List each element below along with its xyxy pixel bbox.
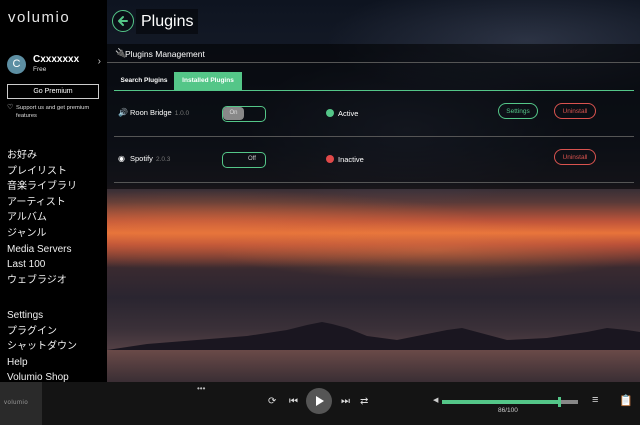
volume-fill [442, 400, 559, 404]
nav-item-genres[interactable]: ジャンル [7, 226, 77, 242]
spotify-icon: ◉ [118, 154, 125, 163]
nav-item-albums[interactable]: アルバム [7, 210, 77, 226]
secondary-nav: Settings プラグイン シャットダウン Help Volumio Shop [7, 308, 77, 386]
nav-item-playlists[interactable]: プレイリスト [7, 164, 77, 180]
water [107, 350, 640, 382]
plugin-version: 2.0.3 [155, 156, 171, 163]
plugin-toggle[interactable]: Off [222, 152, 266, 168]
volume-handle[interactable] [557, 397, 561, 407]
status-dot [326, 155, 334, 163]
user-plan: Free [33, 66, 47, 73]
nav-item-artists[interactable]: アーティスト [7, 195, 77, 211]
volumio-logo: volumio [8, 9, 71, 26]
panel-title: Plugins Management [125, 49, 205, 59]
back-button[interactable] [112, 10, 134, 32]
nav-item-media-servers[interactable]: Media Servers [7, 242, 77, 258]
user-profile[interactable]: C Cxxxxxxx Free › [7, 54, 103, 76]
plugins-panel: 🔌 Plugins Management Search Plugins Inst… [107, 44, 640, 189]
volume-icon[interactable]: ◀ [433, 396, 438, 404]
panel-header: 🔌 Plugins Management [107, 44, 640, 63]
repeat-icon[interactable]: ⟳ [268, 396, 276, 407]
queue-icon[interactable]: ≡ [592, 394, 598, 406]
plugin-row: ◉ Spotify 2.0.3 Off Inactive Uninstall [114, 137, 634, 183]
plugin-status: Active [338, 109, 359, 118]
uninstall-button[interactable]: Uninstall [554, 103, 596, 119]
speaker-icon: 🔊 [118, 108, 128, 117]
nav-item-settings[interactable]: Settings [7, 308, 77, 324]
support-text: Support us and get premium features [16, 105, 90, 119]
nav-item-web-radio[interactable]: ウェブラジオ [7, 273, 77, 289]
support-premium-link[interactable]: ♡ Support us and get premium features [7, 104, 103, 120]
plugin-name: Spotify 2.0.3 [130, 154, 171, 163]
plugin-status: Inactive [338, 155, 364, 164]
nav-item-shutdown[interactable]: シャットダウン [7, 339, 77, 355]
page-title: Plugins [136, 9, 199, 34]
more-options-icon[interactable]: ••• [197, 385, 205, 393]
heart-icon: ♡ [7, 104, 14, 111]
volume-value: 86/100 [498, 407, 518, 414]
plugin-name: Roon Bridge 1.0.0 [130, 108, 190, 117]
user-name: Cxxxxxxx [33, 54, 80, 65]
main-nav: お好み プレイリスト 音楽ライブラリ アーティスト アルバム ジャンル Medi… [7, 148, 77, 288]
status-dot [326, 109, 334, 117]
tab-installed-plugins[interactable]: Installed Plugins [174, 72, 242, 90]
album-art-logo: volumio [4, 400, 29, 406]
tab-search-plugins[interactable]: Search Plugins [114, 72, 174, 90]
nav-item-last-100[interactable]: Last 100 [7, 257, 77, 273]
nav-item-help[interactable]: Help [7, 355, 77, 371]
settings-button[interactable]: Settings [498, 103, 538, 119]
play-button[interactable] [306, 388, 332, 414]
nav-item-favorites[interactable]: お好み [7, 148, 77, 164]
go-premium-button[interactable]: Go Premium [7, 84, 99, 99]
avatar: C [7, 55, 26, 74]
nav-item-plugins[interactable]: プラグイン [7, 324, 77, 340]
previous-icon[interactable]: ⏮ [289, 396, 298, 407]
sidebar: volumio C Cxxxxxxx Free › Go Premium ♡ S… [0, 0, 107, 383]
shuffle-icon[interactable]: ⇄ [360, 396, 368, 407]
plugin-version: 1.0.0 [174, 110, 190, 117]
volume-slider[interactable] [442, 397, 578, 407]
player-bar: volumio ••• ⟳ ⏮ ⏭ ⇄ ◀ 86/100 ≡ 📋 [0, 382, 640, 425]
chevron-right-icon: › [97, 56, 101, 67]
next-icon[interactable]: ⏭ [341, 396, 350, 407]
album-art: volumio [0, 382, 42, 425]
library-icon[interactable]: 📋 [619, 394, 633, 407]
plugin-row: 🔊 Roon Bridge 1.0.0 On Active Settings Un… [114, 91, 634, 137]
plugin-toggle[interactable]: On [222, 106, 266, 122]
play-icon [316, 396, 324, 406]
toggle-knob: On [223, 107, 244, 120]
arrow-left-icon [118, 16, 128, 26]
uninstall-button[interactable]: Uninstall [554, 149, 596, 165]
toggle-label: Off [248, 156, 256, 162]
nav-item-music-library[interactable]: 音楽ライブラリ [7, 179, 77, 195]
